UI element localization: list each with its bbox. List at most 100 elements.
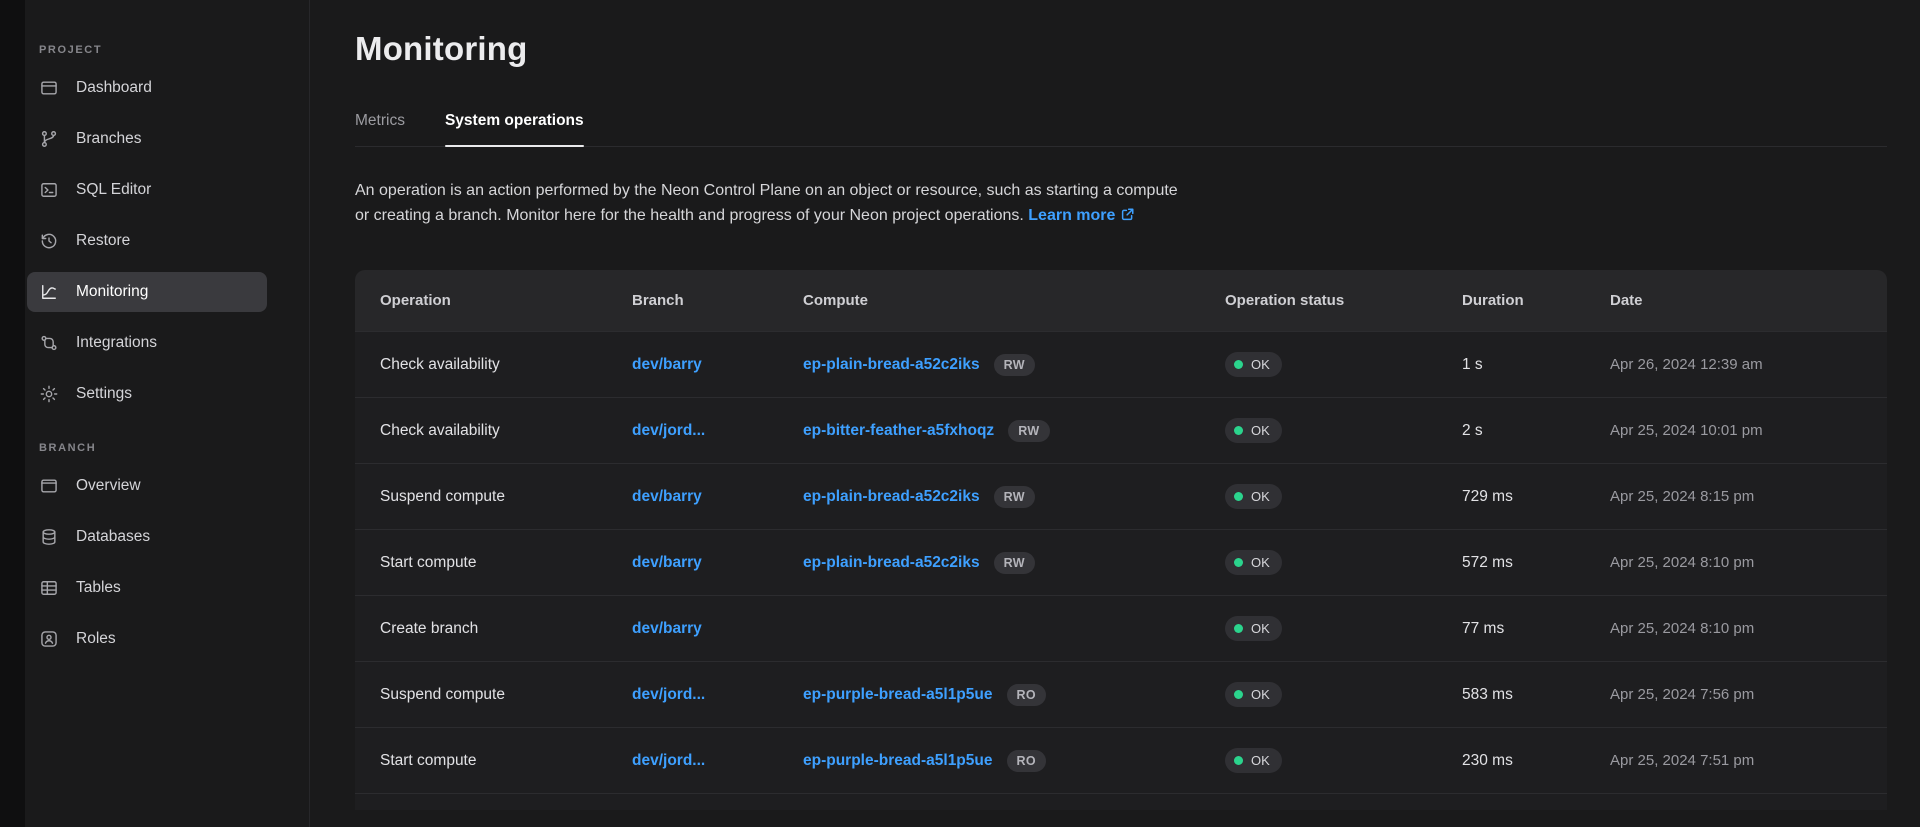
sidebar-item-tables[interactable]: Tables [27,568,267,608]
app-root: PROJECTDashboardBranchesSQL EditorRestor… [0,0,1920,827]
monitoring-icon [39,282,59,302]
sidebar-item-dashboard[interactable]: Dashboard [27,68,267,108]
table-row: Check availabilitydev/jord... ep-bitter-f… [355,397,1887,463]
cell-operation-status: OK [1225,418,1462,443]
sidebar-item-monitoring[interactable]: Monitoring [27,272,267,312]
sidebar-item-label: Overview [76,477,141,495]
sidebar-item-label: Monitoring [76,283,148,301]
cell-operation: Check availability [355,422,632,440]
branch-link[interactable]: dev/jord... [632,422,705,439]
column-header-compute: Compute [803,292,1225,309]
integrations-icon [39,333,59,353]
sidebar-item-label: SQL Editor [76,181,151,199]
cell-operation-status: OK [1225,616,1462,641]
compute-link[interactable]: ep-plain-bread-a52c2iks [803,356,980,374]
access-badge: RO [1007,750,1047,772]
sidebar-item-label: Tables [76,579,121,597]
status-badge: OK [1225,352,1282,377]
sidebar-item-settings[interactable]: Settings [27,374,267,414]
cell-compute: ep-bitter-feather-a5fxhoqzRW [803,420,1225,442]
cell-operation-status: OK [1225,352,1462,377]
branch-link[interactable]: dev/barry [632,620,702,637]
compute-link[interactable]: ep-bitter-feather-a5fxhoqz [803,422,994,440]
status-dot-icon [1234,426,1243,435]
table-row: Suspend computedev/barryep-plain-bread-a… [355,463,1887,529]
branch-link[interactable]: dev/barry [632,356,702,373]
status-dot-icon [1234,624,1243,633]
branch-link[interactable]: dev/barry [632,488,702,505]
sidebar-item-branches[interactable]: Branches [27,119,267,159]
status-badge: OK [1225,682,1282,707]
restore-icon [39,231,59,251]
cell-operation-status: OK [1225,682,1462,707]
external-link-icon [1120,207,1135,222]
compute-link[interactable]: ep-plain-bread-a52c2iks [803,488,980,506]
column-header-branch: Branch [632,292,803,309]
cell-operation: Start compute [355,554,632,572]
left-rail [0,0,25,827]
branches-icon [39,129,59,149]
branch-link[interactable]: dev/jord... [632,752,705,769]
sidebar-item-overview[interactable]: Overview [27,466,267,506]
status-label: OK [1251,687,1270,702]
cell-operation: Check availability [355,356,632,374]
table-row: Suspend computedev/jord...ep-purple-brea… [355,661,1887,727]
cell-branch: dev/barry [632,554,803,572]
table-row: Create branchdev/barryOK77 msApr 25, 202… [355,595,1887,661]
status-dot-icon [1234,558,1243,567]
sidebar-section-label: BRANCH [25,442,309,466]
branch-link[interactable]: dev/barry [632,554,702,571]
sidebar-item-label: Dashboard [76,79,152,97]
sidebar-item-sql-editor[interactable]: SQL Editor [27,170,267,210]
compute-link[interactable]: ep-purple-bread-a5l1p5ue [803,752,993,770]
sidebar-item-label: Settings [76,385,132,403]
status-badge: OK [1225,748,1282,773]
access-badge: RW [994,354,1035,376]
cell-branch: dev/barry [632,620,803,638]
description-line-2: or creating a branch. Monitor here for t… [355,207,1024,224]
status-badge: OK [1225,418,1282,443]
cell-branch: dev/jord... [632,422,803,440]
sidebar-item-databases[interactable]: Databases [27,517,267,557]
learn-more-link[interactable]: Learn more [1028,207,1135,224]
cell-compute: ep-plain-bread-a52c2iks RW [803,354,1225,376]
main-content: Monitoring Metrics System operations An … [310,0,1920,827]
cell-date: Apr 25, 2024 8:15 pm [1610,488,1887,505]
sidebar-item-integrations[interactable]: Integrations [27,323,267,363]
table-row: Check availabilitydev/barry ep-plain-brea… [355,331,1887,397]
sidebar-item-label: Databases [76,528,150,546]
page-title: Monitoring [355,30,1887,68]
overview-icon [39,476,59,496]
cell-compute: ep-purple-bread-a5l1p5ue RO [803,750,1225,772]
cell-compute: ep-plain-bread-a52c2iksRW [803,486,1225,508]
branch-link[interactable]: dev/jord... [632,686,705,703]
tab-metrics[interactable]: Metrics [355,112,405,146]
cell-date: Apr 25, 2024 7:56 pm [1610,686,1887,703]
status-label: OK [1251,753,1270,768]
sidebar-item-roles[interactable]: Roles [27,619,267,659]
cell-date: Apr 25, 2024 8:10 pm [1610,620,1887,637]
tab-bar: Metrics System operations [355,112,1887,147]
operations-description: An operation is an action performed by t… [355,178,1887,228]
cell-operation-status: OK [1225,484,1462,509]
status-badge: OK [1225,616,1282,641]
cell-operation: Start compute [355,752,632,770]
status-label: OK [1251,621,1270,636]
cell-operation-status: OK [1225,550,1462,575]
roles-icon [39,629,59,649]
compute-link[interactable]: ep-plain-bread-a52c2iks [803,554,980,572]
table-header: Operation Branch Compute Operation statu… [355,270,1887,331]
table-row: Start computedev/barry ep-plain-bread-a52… [355,529,1887,595]
sidebar: PROJECTDashboardBranchesSQL EditorRestor… [25,0,310,827]
cell-duration: 583 ms [1462,686,1610,704]
column-header-date: Date [1610,292,1887,309]
status-dot-icon [1234,360,1243,369]
status-label: OK [1251,489,1270,504]
sql-editor-icon [39,180,59,200]
sidebar-nav: Overview Databases Tables Roles [25,466,309,659]
tab-system-operations[interactable]: System operations [445,112,584,146]
cell-duration: 77 ms [1462,620,1610,638]
table-row-partial [355,793,1887,810]
compute-link[interactable]: ep-purple-bread-a5l1p5ue [803,686,993,704]
sidebar-item-restore[interactable]: Restore [27,221,267,261]
